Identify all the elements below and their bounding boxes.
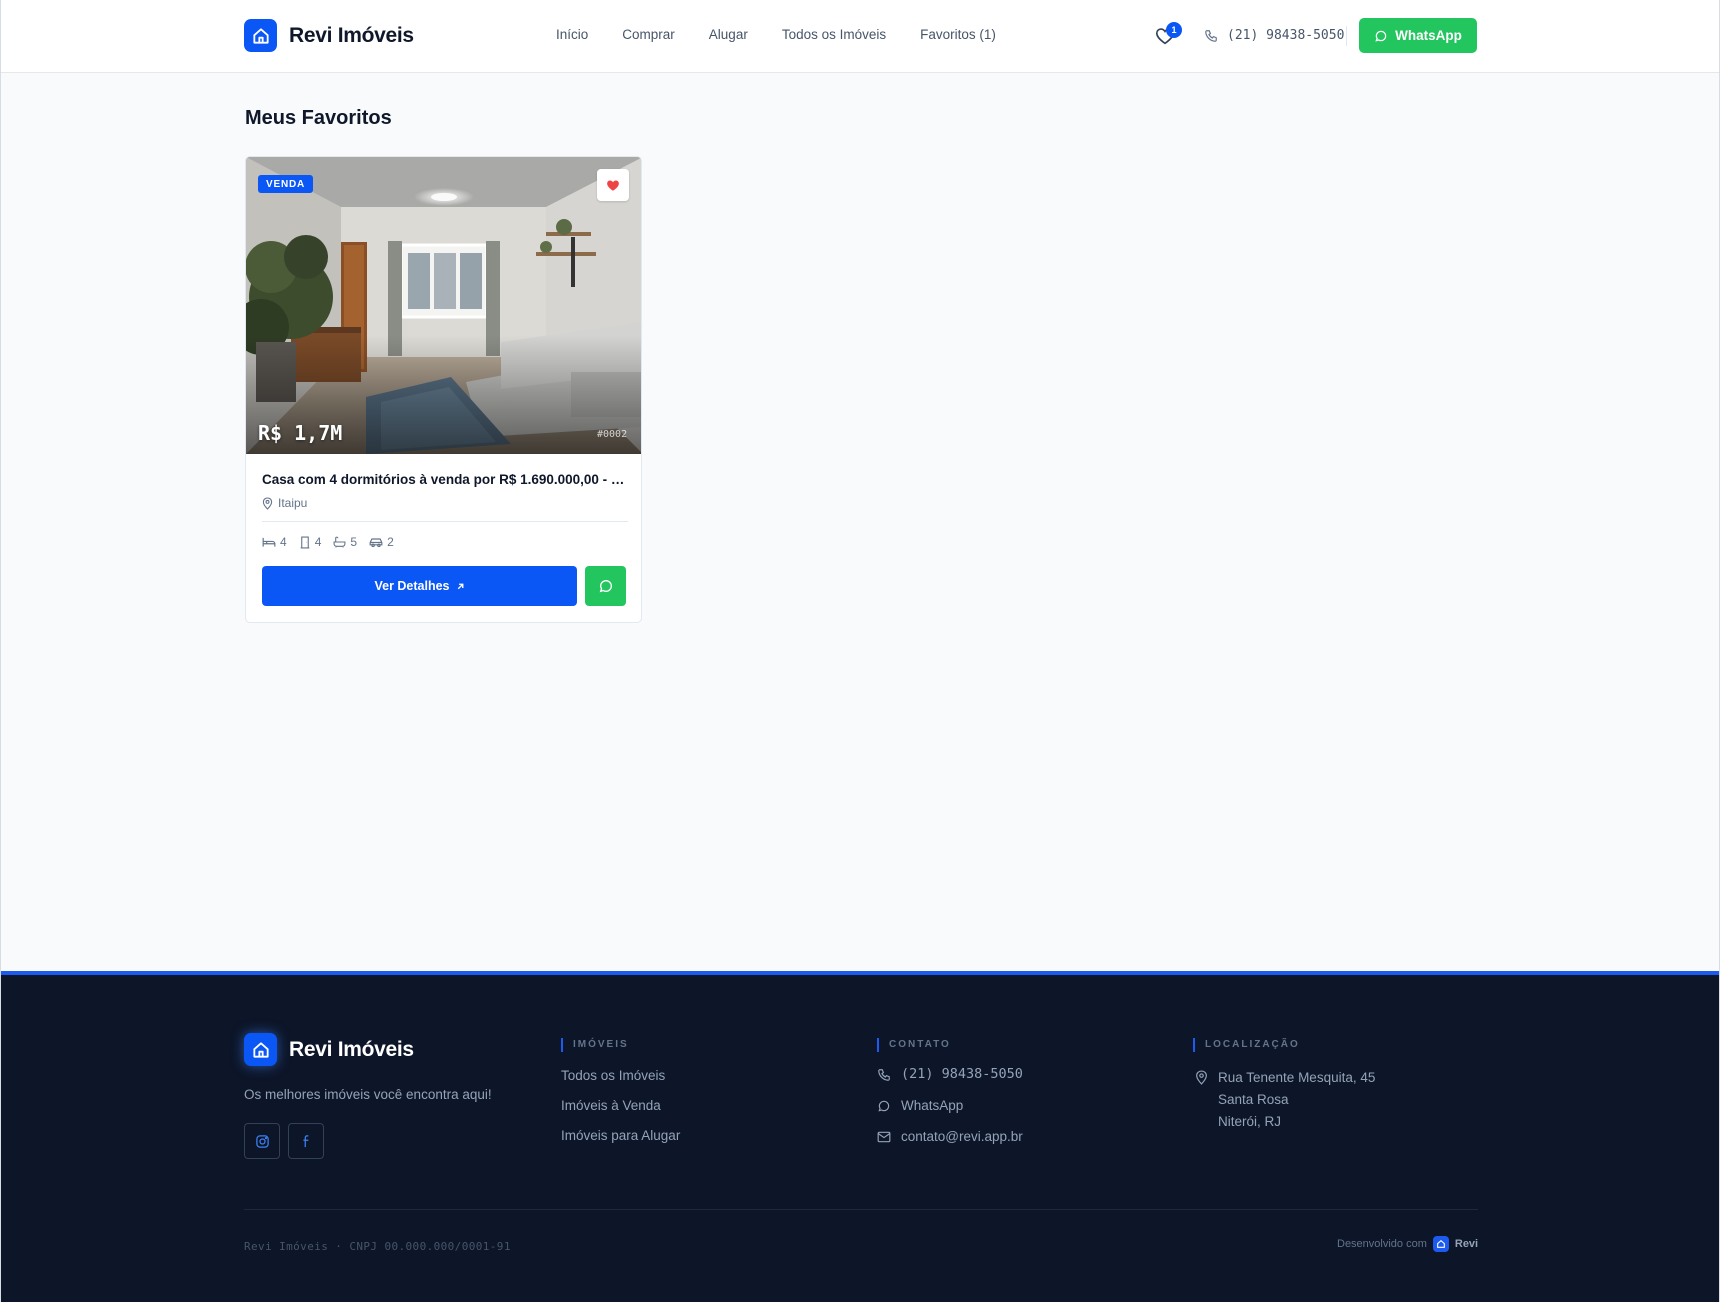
- header-divider: [1346, 26, 1347, 46]
- whatsapp-icon: [878, 1100, 890, 1112]
- site-footer: Revi Imóveis Os melhores imóveis você en…: [1, 971, 1719, 1302]
- facebook-icon: [302, 1134, 308, 1147]
- brand-name: Revi Imóveis: [289, 23, 414, 47]
- instagram-icon: [255, 1134, 269, 1148]
- footer-phone-link[interactable]: (21) 98438-5050: [877, 1065, 1023, 1084]
- phone-icon: [1205, 29, 1217, 42]
- home-logo-icon: [244, 1033, 277, 1066]
- address-city: Niterói, RJ: [1218, 1114, 1282, 1129]
- whatsapp-icon: [599, 579, 612, 593]
- footer-whatsapp-link[interactable]: WhatsApp: [877, 1096, 1023, 1115]
- property-title[interactable]: Casa com 4 dormitórios à venda por R$ 1.…: [262, 472, 628, 487]
- footer-whatsapp-text: WhatsApp: [901, 1098, 964, 1113]
- home-logo-icon: [244, 19, 277, 52]
- footer-link-todos[interactable]: Todos os Imóveis: [561, 1067, 680, 1084]
- footer-address: Rua Tenente Mesquita, 45 Santa Rosa Nite…: [1195, 1067, 1375, 1133]
- bed-icon: [262, 537, 276, 547]
- nav-comprar[interactable]: Comprar: [622, 27, 675, 42]
- external-arrow-icon: [457, 583, 463, 589]
- mail-icon: [877, 1131, 891, 1142]
- address-district: Santa Rosa: [1218, 1092, 1289, 1107]
- developer-brand: Revi: [1454, 1238, 1479, 1250]
- footer-divider: [244, 1209, 1478, 1210]
- favorites-count-badge: 1: [1166, 22, 1182, 38]
- developed-with-revi[interactable]: Desenvolvido com Revi: [1337, 1236, 1478, 1252]
- header-whatsapp-label: WhatsApp: [1395, 28, 1462, 43]
- footer-brand[interactable]: Revi Imóveis: [244, 1033, 414, 1066]
- header-phone-text: (21) 98438-5050: [1227, 28, 1345, 43]
- sale-badge: VENDA: [258, 175, 314, 193]
- car-icon: [369, 537, 383, 547]
- footer-legal: Revi Imóveis · CNPJ 00.000.000/0001-91: [244, 1240, 511, 1253]
- nav-favoritos[interactable]: Favoritos (1): [920, 27, 996, 42]
- facebook-link[interactable]: [288, 1123, 324, 1159]
- favorite-toggle-button[interactable]: [597, 169, 629, 201]
- feature-suites: 4: [299, 535, 322, 549]
- card-whatsapp-button[interactable]: [585, 566, 626, 606]
- footer-contato-heading: CONTATO: [877, 1038, 951, 1052]
- footer-email-text: contato@revi.app.br: [901, 1129, 1023, 1144]
- bathrooms-count: 5: [350, 535, 358, 549]
- property-location-text: Itaipu: [278, 496, 308, 510]
- footer-tagline: Os melhores imóveis você encontra aqui!: [244, 1087, 492, 1102]
- nav-todos-imoveis[interactable]: Todos os Imóveis: [782, 27, 886, 42]
- map-pin-icon: [262, 496, 273, 510]
- parking-count: 2: [387, 535, 394, 549]
- property-code: #0002: [597, 429, 628, 440]
- site-header: Revi Imóveis Início Comprar Alugar Todos…: [1, 0, 1719, 73]
- door-icon: [300, 536, 310, 548]
- developed-with-text: Desenvolvido com: [1337, 1238, 1427, 1250]
- nav-alugar[interactable]: Alugar: [709, 27, 748, 42]
- bath-icon: [333, 536, 346, 548]
- phone-icon: [878, 1068, 890, 1081]
- footer-contact-list: (21) 98438-5050 WhatsApp contato@revi.ap…: [877, 1065, 1023, 1158]
- footer-localizacao-heading: LOCALIZAÇÃO: [1193, 1038, 1300, 1052]
- property-photo[interactable]: VENDA R$ 1,7M #0002: [246, 157, 641, 454]
- page-title: Meus Favoritos: [245, 107, 392, 129]
- whatsapp-icon: [1375, 30, 1387, 42]
- home-logo-icon: [1432, 1236, 1449, 1252]
- view-details-button[interactable]: Ver Detalhes: [262, 566, 577, 606]
- map-pin-icon: [1196, 1070, 1207, 1085]
- footer-link-venda[interactable]: Imóveis à Venda: [561, 1097, 680, 1114]
- property-location: Itaipu: [262, 496, 307, 510]
- footer-imoveis-heading: IMÓVEIS: [561, 1038, 629, 1052]
- feature-parking: 2: [369, 535, 394, 549]
- living-room-photo: [246, 157, 641, 454]
- property-price: R$ 1,7M: [258, 421, 343, 445]
- heart-icon: [607, 180, 619, 191]
- card-divider: [262, 521, 628, 522]
- nav-inicio[interactable]: Início: [556, 27, 588, 42]
- suites-count: 4: [314, 535, 322, 549]
- footer-imoveis-links: Todos os Imóveis Imóveis à Venda Imóveis…: [561, 1067, 680, 1157]
- feature-bedrooms: 4: [262, 535, 287, 549]
- footer-phone-text: (21) 98438-5050: [901, 1066, 1023, 1082]
- footer-email-link[interactable]: contato@revi.app.br: [877, 1127, 1023, 1146]
- header-phone-link[interactable]: (21) 98438-5050: [1204, 28, 1344, 43]
- property-card[interactable]: VENDA R$ 1,7M #0002 Casa com 4 dormitóri…: [245, 156, 642, 623]
- bedrooms-count: 4: [280, 535, 287, 549]
- footer-link-alugar[interactable]: Imóveis para Alugar: [561, 1127, 680, 1144]
- instagram-link[interactable]: [244, 1123, 280, 1159]
- footer-address-lines: Rua Tenente Mesquita, 45 Santa Rosa Nite…: [1218, 1067, 1375, 1133]
- feature-bathrooms: 5: [333, 535, 357, 549]
- main-nav: Início Comprar Alugar Todos os Imóveis F…: [556, 27, 1030, 42]
- footer-brand-name: Revi Imóveis: [289, 1037, 414, 1061]
- address-street: Rua Tenente Mesquita, 45: [1218, 1070, 1376, 1085]
- brand-logo-link[interactable]: Revi Imóveis: [244, 19, 414, 52]
- view-details-label: Ver Detalhes: [374, 579, 450, 593]
- property-features: 4 4 5 2: [262, 535, 394, 549]
- header-whatsapp-button[interactable]: WhatsApp: [1359, 18, 1477, 53]
